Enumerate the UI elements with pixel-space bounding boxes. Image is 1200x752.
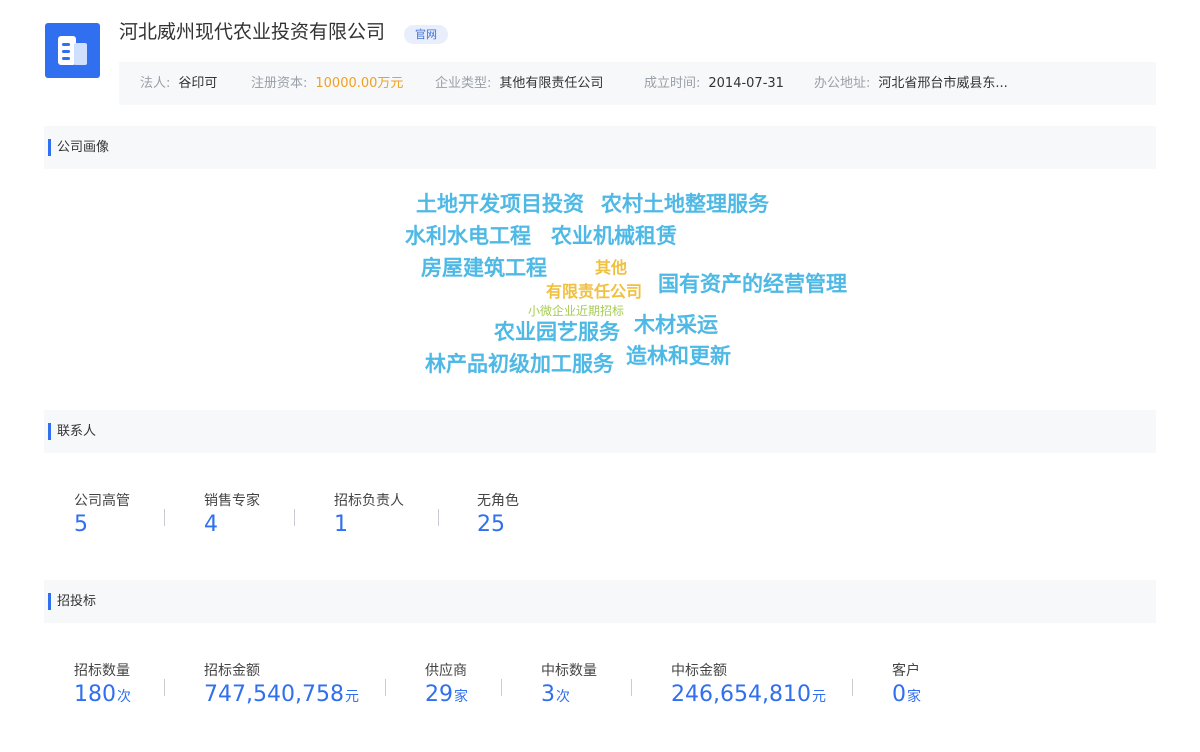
info-legal-person: 法人: 谷印可 — [140, 62, 217, 105]
stat-number: 180 — [74, 682, 116, 707]
info-company-type: 企业类型: 其他有限责任公司 — [435, 62, 603, 105]
stat-no-role[interactable]: 无角色 25 — [477, 492, 519, 538]
stat-value: 246,654,810元 — [671, 682, 826, 710]
stat-value: 180次 — [74, 682, 131, 710]
stat-label: 招标金额 — [204, 663, 260, 679]
stat-label: 中标数量 — [541, 663, 597, 679]
section-bidding: 招投标 — [44, 580, 1156, 623]
stat-suppliers[interactable]: 供应商 29家 — [425, 662, 468, 710]
stat-label: 招标负责人 — [334, 493, 404, 509]
word-cloud-tag[interactable]: 造林和更新 — [626, 346, 731, 367]
stat-number: 29 — [425, 682, 453, 707]
stat-number: 3 — [541, 682, 555, 707]
info-value: 其他有限责任公司 — [499, 76, 604, 91]
section-title: 招投标 — [57, 594, 97, 609]
stat-value: 3次 — [541, 682, 597, 710]
info-label: 法人: — [140, 76, 171, 91]
building-icon — [58, 36, 87, 65]
stat-unit: 家 — [454, 689, 468, 705]
stat-number: 747,540,758 — [204, 682, 344, 707]
company-info-bar: 法人: 谷印可 注册资本: 10000.00万元 企业类型: 其他有限责任公司 成立时… — [119, 62, 1156, 105]
word-cloud-tag[interactable]: 国有资产的经营管理 — [658, 274, 847, 295]
stat-unit: 次 — [117, 689, 131, 705]
stat-unit: 元 — [811, 689, 826, 705]
info-label: 企业类型: — [435, 76, 492, 91]
stat-value: 0家 — [892, 682, 921, 710]
stat-divider — [631, 679, 632, 696]
stat-executives[interactable]: 公司高管 5 — [74, 492, 130, 538]
stat-value: 5 — [74, 512, 88, 537]
stat-number: 0 — [892, 682, 906, 707]
word-cloud-tag[interactable]: 木材采运 — [634, 315, 718, 336]
official-site-badge[interactable]: 官网 — [404, 25, 448, 44]
word-cloud-tag[interactable]: 林产品初级加工服务 — [425, 354, 614, 375]
stat-unit: 家 — [907, 689, 921, 705]
stat-value: 29家 — [425, 682, 468, 710]
stat-value: 25 — [477, 512, 505, 537]
section-title: 联系人 — [57, 424, 97, 439]
info-label: 成立时间: — [644, 76, 701, 91]
stat-label: 中标金额 — [671, 663, 727, 679]
company-logo — [45, 23, 100, 78]
stat-bid-managers[interactable]: 招标负责人 1 — [334, 492, 404, 538]
info-value: 10000.00万元 — [315, 76, 404, 91]
info-value: 河北省邢台市威县东... — [878, 76, 1008, 91]
word-cloud-tag[interactable]: 农村土地整理服务 — [601, 194, 769, 215]
stat-customers[interactable]: 客户 0家 — [892, 662, 921, 710]
section-accent-bar — [48, 139, 51, 156]
stat-label: 无角色 — [477, 493, 519, 509]
stat-label: 招标数量 — [74, 663, 130, 679]
info-value: 谷印可 — [178, 76, 218, 91]
section-contacts: 联系人 — [44, 410, 1156, 453]
section-accent-bar — [48, 423, 51, 440]
stat-label: 销售专家 — [204, 493, 260, 509]
company-name: 河北威州现代农业投资有限公司 — [119, 21, 386, 43]
stat-value: 747,540,758元 — [204, 682, 359, 710]
stat-label: 供应商 — [425, 663, 467, 679]
word-cloud-tag[interactable]: 有限责任公司 — [546, 284, 642, 300]
stat-tender-amount[interactable]: 招标金额 747,540,758元 — [204, 662, 359, 710]
word-cloud: 土地开发项目投资 农村土地整理服务 水利水电工程 农业机械租赁 房屋建筑工程 其… — [0, 170, 1200, 400]
stat-unit: 元 — [344, 689, 359, 705]
info-label: 办公地址: — [814, 76, 871, 91]
stat-divider — [164, 679, 165, 696]
stat-divider — [385, 679, 386, 696]
stat-win-amount[interactable]: 中标金额 246,654,810元 — [671, 662, 826, 710]
info-registered-capital: 注册资本: 10000.00万元 — [251, 62, 403, 105]
stat-divider — [438, 509, 439, 526]
stat-value: 4 — [204, 512, 218, 537]
info-value: 2014-07-31 — [708, 76, 784, 91]
stat-win-count[interactable]: 中标数量 3次 — [541, 662, 597, 710]
stat-value: 1 — [334, 512, 348, 537]
section-company-profile: 公司画像 — [44, 126, 1156, 169]
word-cloud-tag[interactable]: 农业园艺服务 — [494, 322, 620, 343]
info-founded-date: 成立时间: 2014-07-31 — [644, 62, 784, 105]
stat-unit: 次 — [556, 689, 570, 705]
word-cloud-tag[interactable]: 小微企业近期招标 — [528, 305, 624, 317]
word-cloud-tag[interactable]: 农业机械租赁 — [551, 226, 677, 247]
stat-divider — [164, 509, 165, 526]
info-label: 注册资本: — [251, 76, 308, 91]
stat-sales-experts[interactable]: 销售专家 4 — [204, 492, 260, 538]
word-cloud-tag[interactable]: 房屋建筑工程 — [421, 258, 547, 279]
section-title: 公司画像 — [57, 140, 110, 155]
stat-divider — [501, 679, 502, 696]
info-office-address: 办公地址: 河北省邢台市威县东... — [814, 62, 1008, 105]
stat-label: 公司高管 — [74, 493, 130, 509]
stat-label: 客户 — [892, 663, 920, 679]
word-cloud-tag[interactable]: 土地开发项目投资 — [416, 194, 584, 215]
word-cloud-tag[interactable]: 其他 — [595, 260, 627, 276]
stat-tender-count[interactable]: 招标数量 180次 — [74, 662, 131, 710]
stat-number: 246,654,810 — [671, 682, 811, 707]
stat-divider — [294, 509, 295, 526]
word-cloud-tag[interactable]: 水利水电工程 — [405, 226, 531, 247]
stat-divider — [852, 679, 853, 696]
section-accent-bar — [48, 593, 51, 610]
